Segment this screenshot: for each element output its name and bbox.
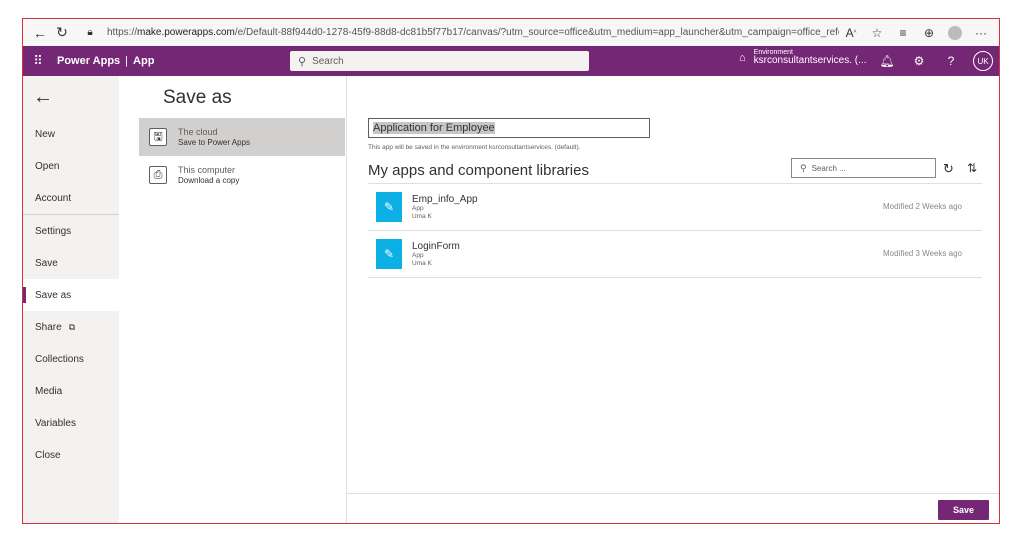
- settings-gear-icon[interactable]: ⚙: [909, 51, 929, 71]
- nav-item-share[interactable]: Share ⧉: [23, 311, 119, 343]
- nav-label: Save: [35, 257, 58, 269]
- app-window: ← ↻ 🔒︎ https://make.powerapps.com/e/Defa…: [22, 18, 1000, 524]
- option-title: The cloud: [178, 127, 218, 138]
- computer-download-icon: ⎙: [149, 166, 167, 184]
- nav-item-account[interactable]: Account: [23, 182, 119, 214]
- search-placeholder: Search: [312, 55, 344, 67]
- product-name[interactable]: Power Apps: [57, 55, 120, 67]
- save-as-options-panel: Save as 🖫 The cloud Save to Power Apps ⎙…: [119, 76, 347, 523]
- search-icon: ⚲: [298, 55, 307, 68]
- refresh-icon[interactable]: ↻: [51, 22, 73, 44]
- nav-label: Collections: [35, 353, 84, 365]
- back-arrow-icon[interactable]: ←: [23, 76, 119, 118]
- nav-label: Open: [35, 160, 60, 172]
- save-environment-note: This app will be saved in the environmen…: [368, 144, 581, 151]
- refresh-list-icon[interactable]: ↻: [943, 161, 954, 177]
- option-the-cloud[interactable]: 🖫 The cloud Save to Power Apps: [139, 118, 345, 156]
- app-name-value: Application for Employee: [373, 122, 495, 134]
- title-separator: |: [125, 55, 129, 67]
- app-owner: Uma K: [412, 212, 432, 220]
- nav-item-settings[interactable]: Settings: [23, 215, 119, 247]
- help-icon[interactable]: ?: [941, 51, 961, 71]
- app-header: ⠿ Power Apps | App ⚲ Search ⌂ Environment …: [23, 46, 999, 76]
- save-details-panel: Application for Employee This app will b…: [347, 76, 999, 523]
- collections-icon[interactable]: ⊕: [917, 22, 941, 44]
- app-list-item[interactable]: ✎ LoginForm App Uma K Modified 3 Weeks a…: [368, 231, 982, 278]
- back-icon[interactable]: ←: [29, 22, 51, 44]
- file-menu-nav: ← New Open Account Settings Save Save as…: [23, 76, 119, 523]
- url-prefix: https://: [107, 27, 138, 38]
- more-icon[interactable]: ···: [969, 22, 993, 44]
- save-floppy-icon: 🖫: [149, 128, 167, 146]
- nav-item-collections[interactable]: Collections: [23, 343, 119, 375]
- nav-label: Save as: [35, 289, 72, 301]
- sort-icon[interactable]: ⇅: [967, 161, 977, 175]
- nav-item-save-as[interactable]: Save as: [23, 279, 119, 311]
- option-this-computer[interactable]: ⎙ This computer Download a copy: [139, 156, 345, 194]
- app-owner: Uma K: [412, 259, 432, 267]
- option-subtitle: Download a copy: [178, 175, 240, 185]
- address-bar[interactable]: https://make.powerapps.com/e/Default-88f…: [107, 27, 839, 38]
- url-path: /e/Default-88f944d0-1278-45f9-88d8-dc81b…: [234, 27, 839, 38]
- url-host: make.powerapps.com: [137, 27, 235, 38]
- read-aloud-icon[interactable]: Aᴬ: [839, 22, 863, 44]
- app-modified: Modified 2 Weeks ago: [882, 202, 962, 211]
- nav-item-save[interactable]: Save: [23, 247, 119, 279]
- search-icon: ⚲: [800, 162, 807, 173]
- nav-label: Account: [35, 192, 72, 204]
- global-search[interactable]: ⚲ Search: [290, 51, 589, 71]
- page-title: Save as: [163, 87, 232, 108]
- app-name-input[interactable]: Application for Employee: [368, 118, 650, 138]
- app-pencil-icon: ✎: [376, 239, 402, 269]
- context-name: App: [133, 55, 155, 67]
- nav-item-open[interactable]: Open: [23, 150, 119, 182]
- environment-icon: ⌂: [739, 51, 746, 64]
- nav-item-variables[interactable]: Variables: [23, 407, 119, 439]
- nav-label: Variables: [35, 417, 76, 429]
- nav-label: Settings: [35, 225, 72, 237]
- app-list-item[interactable]: ✎ Emp_info_App App Uma K Modified 2 Week…: [368, 184, 982, 231]
- save-button[interactable]: Save: [938, 500, 989, 520]
- app-type: App: [412, 205, 424, 213]
- favorite-icon[interactable]: ☆: [865, 22, 889, 44]
- option-title: This computer: [178, 165, 236, 176]
- app-name: Emp_info_App: [412, 194, 478, 206]
- nav-item-close[interactable]: Close: [23, 439, 119, 471]
- apps-search-input[interactable]: ⚲ Search ...: [791, 158, 936, 178]
- apps-section-title: My apps and component libraries: [368, 162, 589, 179]
- app-launcher-icon[interactable]: ⠿: [23, 53, 53, 69]
- nav-item-media[interactable]: Media: [23, 375, 119, 407]
- environment-picker[interactable]: ⌂ Environment ksrconsultantservices. (..…: [739, 49, 866, 67]
- app-name: LoginForm: [412, 241, 460, 253]
- browser-toolbar: ← ↻ 🔒︎ https://make.powerapps.com/e/Defa…: [23, 19, 999, 46]
- lock-icon[interactable]: 🔒︎: [79, 22, 101, 44]
- apps-search-placeholder: Search ...: [811, 163, 846, 173]
- footer-divider: [347, 493, 999, 494]
- app-type: App: [412, 252, 424, 260]
- user-avatar[interactable]: UK: [973, 51, 993, 71]
- notifications-icon[interactable]: 🔔︎: [877, 51, 897, 71]
- environment-name: ksrconsultantservices. (...: [753, 55, 867, 67]
- app-pencil-icon: ✎: [376, 192, 402, 222]
- nav-label: New: [35, 128, 56, 140]
- nav-label: Close: [35, 449, 61, 461]
- profile-icon[interactable]: [943, 22, 967, 44]
- nav-label: Share: [35, 321, 62, 333]
- nav-item-new[interactable]: New: [23, 118, 119, 150]
- app-modified: Modified 3 Weeks ago: [882, 249, 962, 258]
- external-link-icon: ⧉: [68, 321, 76, 332]
- nav-label: Media: [35, 385, 63, 397]
- favorites-list-icon[interactable]: ≡: [891, 22, 915, 44]
- option-subtitle: Save to Power Apps: [178, 137, 251, 147]
- app-title: Power Apps | App: [57, 55, 154, 67]
